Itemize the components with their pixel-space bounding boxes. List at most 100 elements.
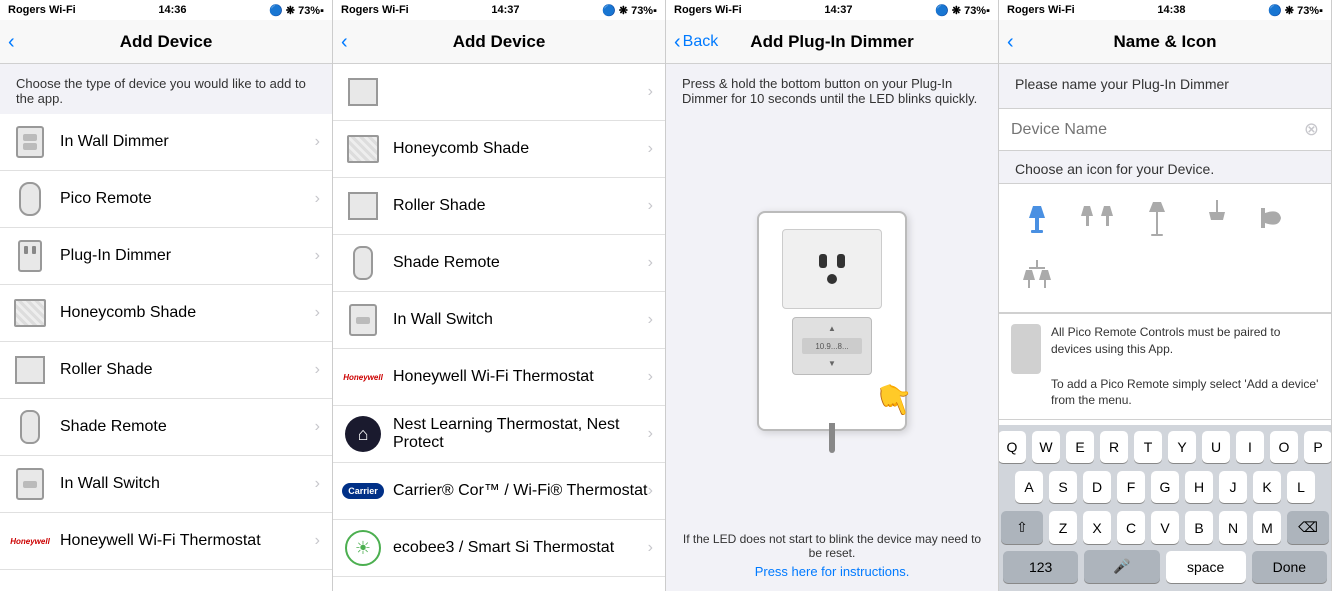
- chevron-icon: ›: [648, 539, 653, 557]
- list-item[interactable]: Honeycomb Shade ›: [0, 285, 332, 342]
- keyboard-row-1: Q W E R T Y U I O P: [999, 425, 1331, 465]
- key-m[interactable]: M: [1253, 511, 1281, 544]
- key-f[interactable]: F: [1117, 471, 1145, 503]
- clear-icon[interactable]: ⊗: [1304, 119, 1319, 140]
- list-item[interactable]: Shade Remote ›: [0, 399, 332, 456]
- key-d[interactable]: D: [1083, 471, 1111, 503]
- key-e[interactable]: E: [1066, 431, 1094, 463]
- name-section: Please name your Plug-In Dimmer: [999, 64, 1331, 108]
- sconce-lamp-icon: [1259, 198, 1295, 238]
- list-item[interactable]: Shade Remote ›: [333, 235, 665, 292]
- key-shift[interactable]: ⇧: [1001, 511, 1043, 544]
- chevron-icon: ›: [648, 140, 653, 158]
- chevron-icon: ›: [648, 311, 653, 329]
- nav-bar-3: ‹ Back Add Plug-In Dimmer: [666, 20, 998, 64]
- list-item[interactable]: Roller Shade ›: [0, 342, 332, 399]
- key-i[interactable]: I: [1236, 431, 1264, 463]
- back-button-2[interactable]: ‹: [341, 32, 348, 52]
- list-item[interactable]: ›: [333, 64, 665, 121]
- time-3: 14:37: [824, 4, 852, 16]
- footer-link[interactable]: Press here for instructions.: [682, 564, 982, 579]
- keyboard-row-3: ⇧ Z X C V B N M ⌫: [999, 505, 1331, 546]
- honeycomb-icon-2: [345, 131, 381, 167]
- keyboard: Q W E R T Y U I O P A S D F G H J K L ⇧ …: [999, 425, 1331, 591]
- key-o[interactable]: O: [1270, 431, 1298, 463]
- list-item[interactable]: Roller Shade ›: [333, 178, 665, 235]
- status-bar-2: Rogers Wi-Fi 14:37 🔵 ❋ 73%▪: [333, 0, 665, 20]
- device-name-row[interactable]: ⊗: [999, 108, 1331, 151]
- key-p[interactable]: P: [1304, 431, 1332, 463]
- key-123[interactable]: 123: [1003, 551, 1078, 583]
- lamp-icon-6[interactable]: [1015, 256, 1059, 300]
- device-label: Honeycomb Shade: [393, 140, 648, 158]
- chevron-icon: ›: [315, 133, 320, 151]
- key-r[interactable]: R: [1100, 431, 1128, 463]
- key-u[interactable]: U: [1202, 431, 1230, 463]
- lamp-icon-2[interactable]: [1075, 196, 1119, 240]
- list-item[interactable]: Plug-In Dimmer ›: [0, 228, 332, 285]
- chevron-icon-3: ‹: [674, 32, 681, 52]
- chevron-icon: ›: [315, 418, 320, 436]
- list-item[interactable]: Carrier Carrier® Cor™ / Wi-Fi® Thermosta…: [333, 463, 665, 520]
- list-item[interactable]: In Wall Dimmer ›: [0, 114, 332, 171]
- status-bar-1: Rogers Wi-Fi 14:36 🔵 ❋ 73%▪: [0, 0, 332, 20]
- key-c[interactable]: C: [1117, 511, 1145, 544]
- shade-remote-icon-2: [345, 245, 381, 281]
- key-j[interactable]: J: [1219, 471, 1247, 503]
- back-button-4[interactable]: ‹: [1007, 32, 1014, 52]
- key-k[interactable]: K: [1253, 471, 1281, 503]
- device-label: Roller Shade: [60, 361, 315, 379]
- chevron-icon: ›: [648, 197, 653, 215]
- key-x[interactable]: X: [1083, 511, 1111, 544]
- list-item[interactable]: ☀ ecobee3 / Smart Si Thermostat ›: [333, 520, 665, 577]
- list-item[interactable]: ⌂ Nest Learning Thermostat, Nest Protect…: [333, 406, 665, 463]
- carrier-icon: Carrier: [345, 473, 381, 509]
- key-z[interactable]: Z: [1049, 511, 1077, 544]
- instruction-text: Press & hold the bottom button on your P…: [666, 64, 998, 118]
- device-label: Plug-In Dimmer: [60, 247, 315, 265]
- screen-add-plug-dimmer: Rogers Wi-Fi 14:37 🔵 ❋ 73%▪ ‹ Back Add P…: [666, 0, 999, 591]
- key-s[interactable]: S: [1049, 471, 1077, 503]
- key-t[interactable]: T: [1134, 431, 1162, 463]
- list-item[interactable]: Honeywell Honeywell Wi-Fi Thermostat ›: [333, 349, 665, 406]
- key-mic[interactable]: 🎤: [1084, 550, 1159, 583]
- key-g[interactable]: G: [1151, 471, 1179, 503]
- device-label: In Wall Switch: [60, 475, 315, 493]
- key-a[interactable]: A: [1015, 471, 1043, 503]
- key-l[interactable]: L: [1287, 471, 1315, 503]
- lamp-icon-4[interactable]: [1195, 196, 1239, 240]
- lamp-icon-1[interactable]: [1015, 196, 1059, 240]
- key-backspace[interactable]: ⌫: [1287, 511, 1329, 544]
- list-item[interactable]: Honeycomb Shade ›: [333, 121, 665, 178]
- device-label: Honeywell Wi-Fi Thermostat: [60, 532, 315, 550]
- device-label: Pico Remote: [60, 190, 315, 208]
- lamp-icon-3[interactable]: [1135, 196, 1179, 240]
- device-name-input[interactable]: [1011, 121, 1304, 139]
- pico-notice-text: All Pico Remote Controls must be paired …: [1051, 324, 1319, 409]
- device-label: Honeycomb Shade: [60, 304, 315, 322]
- roller-shade-icon: [12, 352, 48, 388]
- key-space[interactable]: space: [1166, 551, 1246, 583]
- key-n[interactable]: N: [1219, 511, 1247, 544]
- plug-dimmer-illustration: ▲ 10.9...8... ▼ 👇: [666, 118, 998, 524]
- back-button-1[interactable]: ‹: [8, 32, 15, 52]
- key-v[interactable]: V: [1151, 511, 1179, 544]
- keyboard-row-4: 123 🎤 space Done: [999, 546, 1331, 591]
- key-q[interactable]: Q: [999, 431, 1026, 463]
- key-y[interactable]: Y: [1168, 431, 1196, 463]
- double-lamp-icon: [1079, 198, 1115, 238]
- list-item[interactable]: In Wall Switch ›: [333, 292, 665, 349]
- icon-section-title: Choose an icon for your Device.: [999, 151, 1331, 183]
- key-w[interactable]: W: [1032, 431, 1060, 463]
- key-done[interactable]: Done: [1252, 551, 1327, 583]
- key-b[interactable]: B: [1185, 511, 1213, 544]
- list-item[interactable]: Pico Remote ›: [0, 171, 332, 228]
- list-item[interactable]: Honeywell Honeywell Wi-Fi Thermostat ›: [0, 513, 332, 570]
- back-button-3[interactable]: ‹ Back: [674, 32, 718, 52]
- list-item[interactable]: In Wall Switch ›: [0, 456, 332, 513]
- keyboard-row-2: A S D F G H J K L: [999, 465, 1331, 505]
- key-h[interactable]: H: [1185, 471, 1213, 503]
- chevron-icon-1: ‹: [8, 32, 15, 52]
- device-label: In Wall Dimmer: [60, 133, 315, 151]
- lamp-icon-5[interactable]: [1255, 196, 1299, 240]
